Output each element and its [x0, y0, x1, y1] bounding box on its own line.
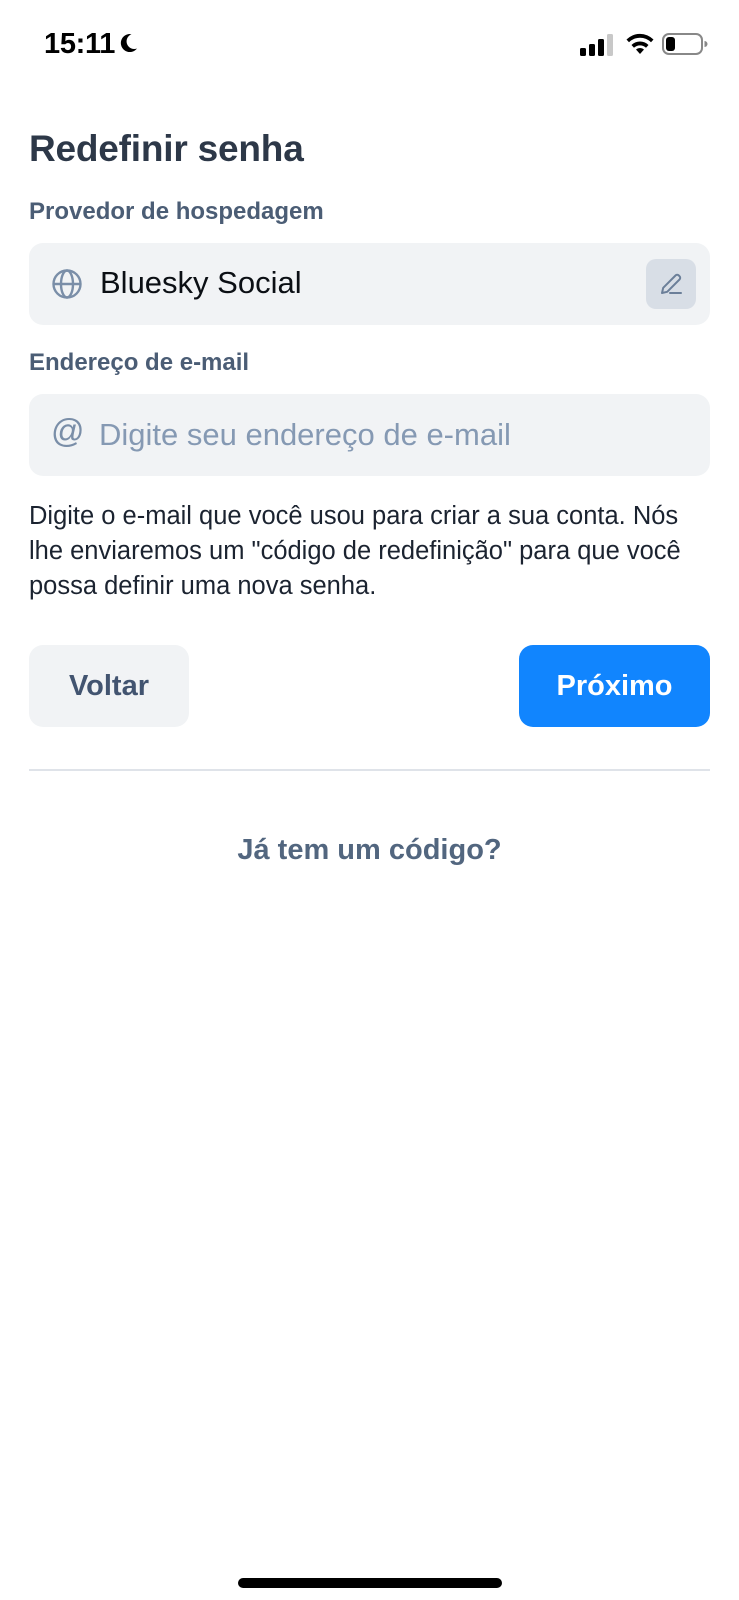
provider-field: Bluesky Social — [29, 243, 710, 325]
email-label: Endereço de e-mail — [29, 349, 250, 376]
edit-provider-button[interactable] — [646, 259, 696, 309]
back-button[interactable]: Voltar — [29, 645, 189, 727]
at-icon: @ — [51, 412, 85, 449]
email-input[interactable] — [99, 408, 689, 462]
battery-icon — [662, 33, 708, 55]
pencil-icon — [661, 273, 682, 294]
provider-label: Provedor de hospedagem — [29, 198, 324, 225]
signal-icon — [580, 34, 613, 56]
page-title: Redefinir senha — [29, 128, 304, 169]
status-bar: 15:11 — [0, 0, 739, 90]
provider-value: Bluesky Social — [100, 265, 302, 300]
divider — [29, 769, 710, 771]
reset-password-screen: 15:11 Redefinir senha Provedor de hosped… — [0, 0, 739, 1600]
moon-icon — [120, 34, 137, 53]
email-field[interactable]: @ — [29, 394, 710, 476]
wifi-icon — [626, 33, 654, 54]
globe-icon — [52, 269, 82, 299]
status-time: 15:11 — [44, 28, 116, 60]
home-indicator[interactable] — [238, 1578, 502, 1588]
help-text: Digite o e-mail que você usou para criar… — [29, 502, 681, 600]
have-code-link[interactable]: Já tem um código? — [0, 834, 739, 867]
next-button[interactable]: Próximo — [519, 645, 710, 727]
